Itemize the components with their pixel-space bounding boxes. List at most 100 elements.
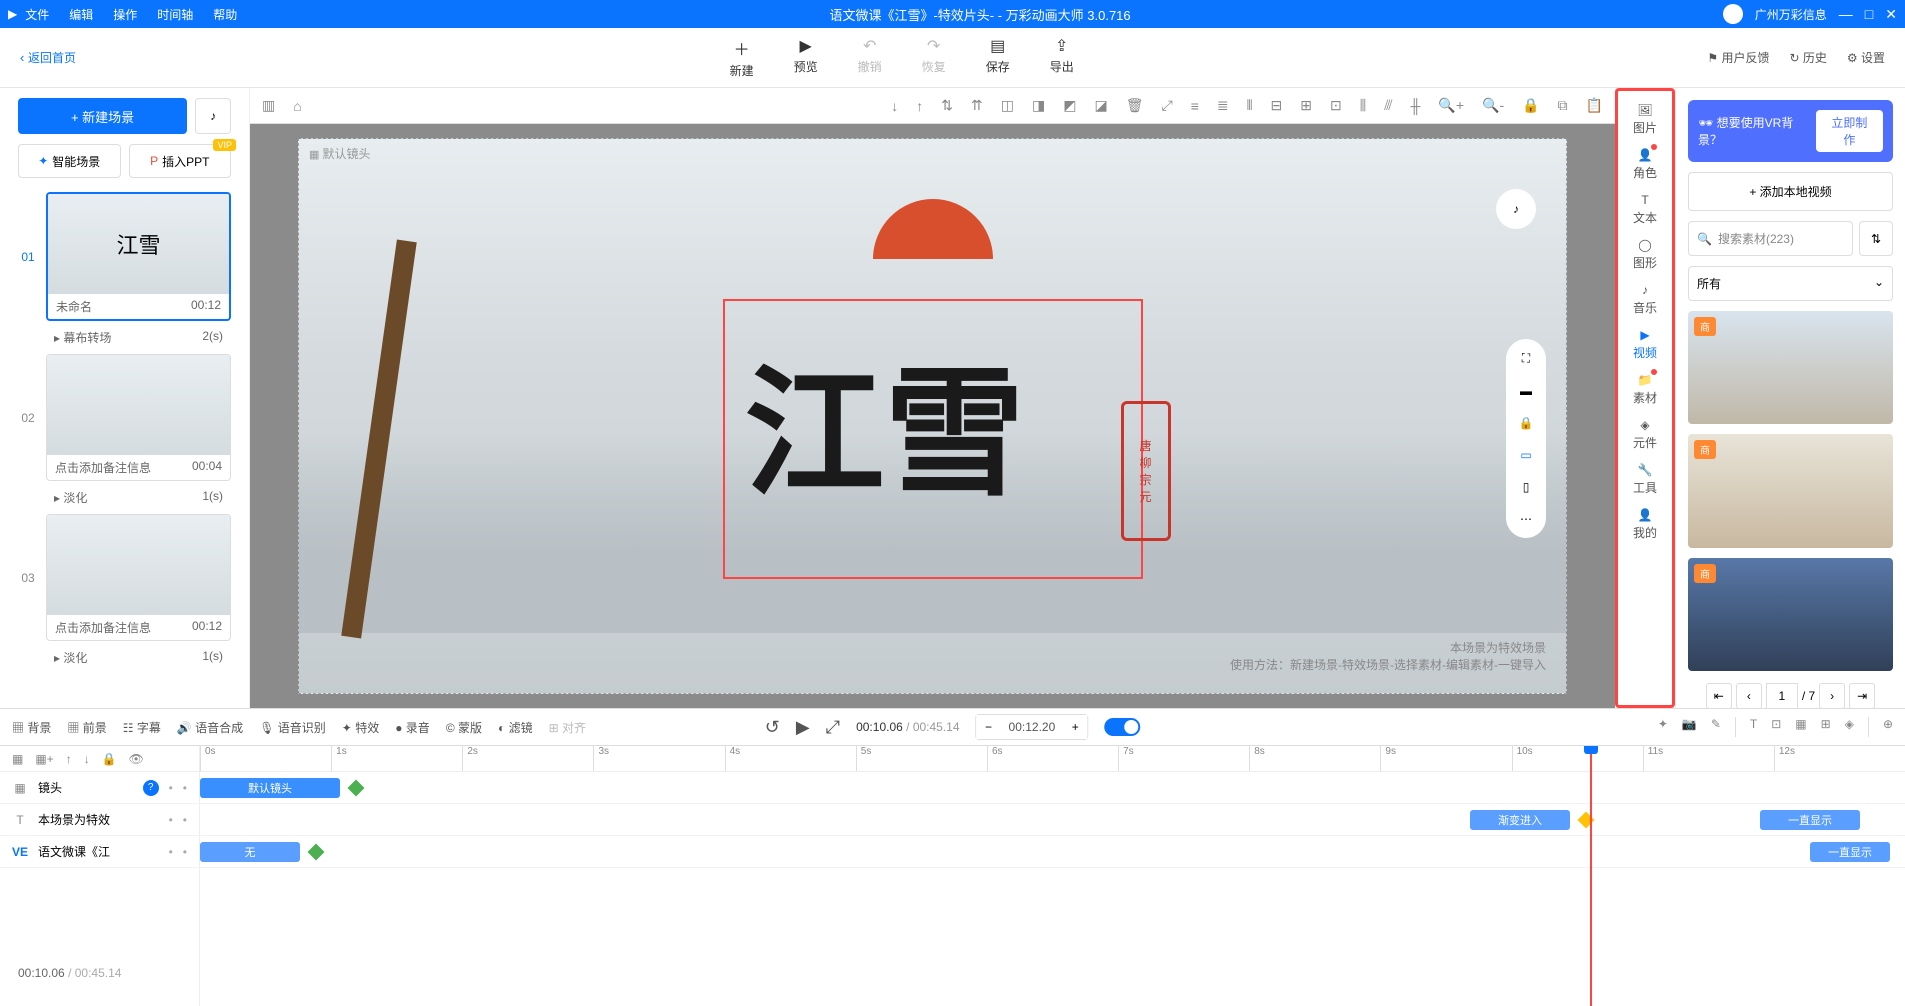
up-icon[interactable]: ↑ (66, 752, 72, 766)
menu-edit[interactable]: 编辑 (69, 6, 93, 23)
tl-record[interactable]: ● 录音 (395, 719, 430, 736)
tl-bg[interactable]: ▦ 背景 (12, 719, 51, 736)
tool-icon[interactable]: ↓ (891, 98, 898, 114)
play-button[interactable]: ▶ (796, 717, 810, 738)
tl-effect[interactable]: ✦ 特效 (342, 719, 379, 736)
tool-icon[interactable]: ⇈ (971, 97, 983, 114)
timeline-ruler[interactable]: 0s1s2s3s4s5s6s7s8s9s10s11s12s (200, 746, 1905, 772)
smart-scene-button[interactable]: ✦智能场景 (18, 144, 121, 178)
lock-icon[interactable]: 🔒 (1519, 416, 1534, 430)
add-folder-icon[interactable]: ▦+ (35, 752, 53, 766)
feedback-link[interactable]: ⚑ 用户反馈 (1707, 49, 1769, 66)
history-icon[interactable]: ↺ (765, 717, 780, 738)
redo-button[interactable]: ↷恢复 (922, 36, 946, 79)
help-icon[interactable]: ? (143, 780, 159, 796)
dist-icon[interactable]: ╫ (1411, 98, 1421, 114)
aside-component[interactable]: ◈元件 (1629, 414, 1661, 455)
new-scene-button[interactable]: + 新建场景 (18, 98, 187, 134)
menu-file[interactable]: 文件 (25, 6, 49, 23)
prev-page-button[interactable]: ‹ (1736, 683, 1762, 709)
user-name[interactable]: 广州万彩信息 (1755, 6, 1827, 23)
tool-icon[interactable]: ⤢ (1161, 97, 1172, 114)
new-button[interactable]: ＋新建 (730, 36, 754, 79)
tl-tool-icon[interactable]: 📷 (1682, 717, 1697, 737)
tl-tool-icon[interactable]: ⊞ (1821, 717, 1831, 737)
align-icon[interactable]: ⫴ (1247, 97, 1253, 114)
delete-icon[interactable]: 🗑 (1126, 97, 1144, 114)
transition-3[interactable]: ▸ 淡化1(s) (46, 645, 231, 670)
paste-icon[interactable]: 📋 (1586, 97, 1603, 114)
menu-help[interactable]: 帮助 (213, 6, 237, 23)
aside-shape[interactable]: ◯图形 (1629, 234, 1661, 275)
tool-icon[interactable]: ↑ (916, 98, 923, 114)
search-input[interactable]: 🔍搜索素材(223) (1688, 221, 1853, 256)
aside-music[interactable]: ♪音乐 (1629, 279, 1661, 320)
more-icon[interactable]: ⋯ (1520, 512, 1532, 526)
eye-icon[interactable]: 👁 (129, 752, 144, 766)
transition-1[interactable]: ▸ 幕布转场2(s) (46, 325, 231, 350)
aside-tool[interactable]: 🔧工具 (1629, 459, 1661, 500)
aside-material[interactable]: 📁素材 (1629, 369, 1661, 410)
tl-filter[interactable]: ◐ 滤镜 (498, 719, 533, 736)
settings-link[interactable]: ⚙ 设置 (1847, 49, 1885, 66)
tl-align[interactable]: ⊞ 对齐 (549, 719, 586, 736)
home-icon[interactable]: ⌂ (293, 98, 301, 114)
material-item[interactable]: 商 (1688, 434, 1893, 547)
time-stepper[interactable]: −00:12.20+ (976, 714, 1089, 740)
menu-timeline[interactable]: 时间轴 (157, 6, 193, 23)
tool-icon[interactable]: ◩ (1063, 97, 1076, 114)
align-icon[interactable]: ⊡ (1330, 97, 1342, 114)
tool-icon[interactable]: ◫ (1001, 97, 1014, 114)
zoom-in-icon[interactable]: 🔍+ (1438, 97, 1464, 114)
tl-mask[interactable]: © 蒙版 (446, 719, 482, 736)
last-page-button[interactable]: ⇥ (1849, 683, 1875, 709)
track-ve[interactable]: VE语文微课《江•• (0, 836, 199, 868)
screen-icon[interactable]: ▭ (1520, 448, 1531, 462)
tl-add-icon[interactable]: ⊕ (1883, 717, 1893, 737)
track-camera[interactable]: ▦镜头?•• (0, 772, 199, 804)
menu-action[interactable]: 操作 (113, 6, 137, 23)
undo-button[interactable]: ↶撤销 (858, 36, 882, 79)
align-icon[interactable]: ≡ (1191, 98, 1199, 114)
back-link[interactable]: ‹ 返回首页 (0, 49, 96, 66)
tool-icon[interactable]: ◪ (1094, 97, 1107, 114)
next-page-button[interactable]: › (1819, 683, 1845, 709)
lock-icon[interactable]: 🔒 (102, 752, 117, 766)
stepper-plus[interactable]: + (1063, 715, 1087, 739)
material-item[interactable]: 商 (1688, 311, 1893, 424)
history-link[interactable]: ↻ 历史 (1789, 49, 1826, 66)
material-item[interactable]: 商 (1688, 558, 1893, 671)
export-button[interactable]: ⇪导出 (1050, 36, 1074, 79)
tool-icon[interactable]: ◨ (1032, 97, 1045, 114)
selection-box[interactable]: 江雪 唐柳宗元 (723, 299, 1143, 579)
align-icon[interactable]: ≣ (1217, 97, 1229, 114)
timeline-row-ve[interactable]: 无 一直显示 (200, 836, 1905, 868)
close-button[interactable]: ✕ (1885, 6, 1897, 23)
timeline-row-camera[interactable]: 默认镜头 (200, 772, 1905, 804)
aside-text[interactable]: T文本 (1629, 189, 1661, 230)
scene-item-1[interactable]: 01 江雪未命名00:12 (18, 192, 231, 321)
down-icon[interactable]: ↓ (84, 752, 90, 766)
add-local-video[interactable]: + 添加本地视频 (1688, 172, 1893, 211)
tool-icon[interactable]: ⇅ (941, 97, 953, 114)
clip-always[interactable]: 一直显示 (1760, 810, 1860, 830)
keyframe[interactable] (348, 780, 365, 797)
align-icon[interactable]: ⊞ (1300, 97, 1312, 114)
first-page-button[interactable]: ⇤ (1706, 683, 1732, 709)
scene-item-2[interactable]: 02 点击添加备注信息00:04 (18, 354, 231, 481)
aside-video[interactable]: ▶视频 (1629, 324, 1661, 365)
dist-icon[interactable]: ⫼ (1360, 97, 1366, 114)
timeline-row-text[interactable]: 渐变进入 一直显示 (200, 804, 1905, 836)
aside-image[interactable]: 🖼图片 (1629, 99, 1661, 140)
stepper-minus[interactable]: − (977, 715, 1001, 739)
tl-tool-icon[interactable]: ▦ (1795, 717, 1806, 737)
transition-2[interactable]: ▸ 淡化1(s) (46, 485, 231, 510)
fullscreen-icon[interactable]: ⛶ (1522, 351, 1530, 366)
toggle-switch[interactable] (1104, 718, 1140, 736)
canvas[interactable]: ▦ 默认镜头 江雪 唐柳宗元 本场景为特效场景使用方法：新建场景-特效场景-选择… (298, 138, 1567, 694)
aside-mine[interactable]: 👤我的 (1629, 504, 1661, 545)
layer-icon[interactable]: ▬ (1520, 384, 1532, 398)
keyframe[interactable] (308, 844, 325, 861)
mobile-icon[interactable]: ▯ (1523, 480, 1530, 494)
filter-button[interactable]: ⇅ (1859, 221, 1893, 256)
